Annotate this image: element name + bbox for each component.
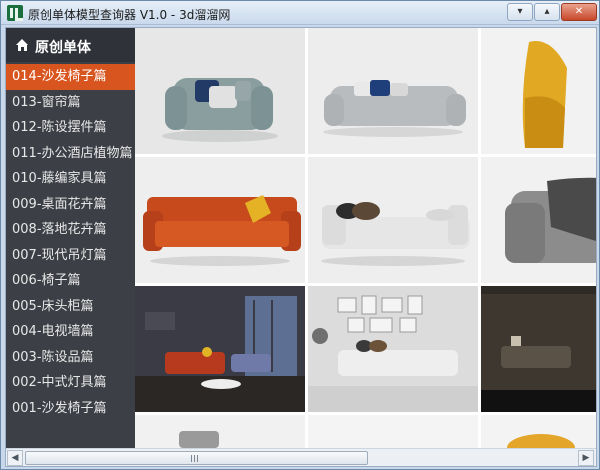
home-icon [16,39,29,51]
thumbnail-orange-sofa[interactable] [135,157,305,283]
grip-icon [191,455,200,462]
scroll-right-icon[interactable]: ▶ [578,450,594,466]
client-area: 原创单体 014-沙发椅子篇 013-窗帘篇 012-陈设摆件篇 011-办公酒… [5,27,597,467]
thumbnail-yellow-lounge-chair[interactable] [481,28,596,154]
category-list: 014-沙发椅子篇 013-窗帘篇 012-陈设摆件篇 011-办公酒店植物篇 … [6,64,135,421]
window-title: 原创单体模型查询器 V1.0 - 3d溜溜网 [28,8,231,22]
thumbnail-dark-living-room[interactable] [481,286,596,412]
app-logo-icon [7,5,23,21]
category-item[interactable]: 002-中式灯具篇 [6,370,135,396]
thumbnail-grey-chair-throw[interactable] [481,157,596,283]
scrollbar-thumb[interactable] [25,451,368,465]
sidebar-title: 原创单体 [35,40,91,56]
thumbnail-partial-grey-chair[interactable] [135,415,305,448]
horizontal-scrollbar[interactable]: ◀ ▶ [6,448,596,466]
category-item[interactable]: 014-沙发椅子篇 [6,64,135,90]
scroll-left-icon[interactable]: ◀ [7,450,23,466]
category-sidebar: 原创单体 014-沙发椅子篇 013-窗帘篇 012-陈设摆件篇 011-办公酒… [6,28,135,448]
thumbnail-white-daybed[interactable] [308,157,478,283]
minimize-button[interactable]: ▾ [507,3,533,21]
thumbnail-living-room-dusk[interactable] [135,286,305,412]
thumbnail-grid [135,28,596,448]
category-item[interactable]: 004-电视墙篇 [6,319,135,345]
scrollbar-corner [596,448,597,466]
category-item[interactable]: 005-床头柜篇 [6,294,135,320]
thumbnail-partial-blank[interactable] [308,415,478,448]
category-item[interactable]: 008-落地花卉篇 [6,217,135,243]
sidebar-header[interactable]: 原创单体 [6,28,135,62]
category-item[interactable]: 013-窗帘篇 [6,90,135,116]
maximize-button[interactable]: ▴ [534,3,560,21]
category-item[interactable]: 001-沙发椅子篇 [6,396,135,422]
category-item[interactable]: 011-办公酒店植物篇 [6,141,135,167]
category-item[interactable]: 006-椅子篇 [6,268,135,294]
title-bar[interactable]: 原创单体模型查询器 V1.0 - 3d溜溜网 ▾ ▴ ✕ [1,1,599,25]
category-item[interactable]: 009-桌面花卉篇 [6,192,135,218]
category-item[interactable]: 007-现代吊灯篇 [6,243,135,269]
category-item[interactable]: 003-陈设品篇 [6,345,135,371]
close-button[interactable]: ✕ [561,3,597,21]
thumbnail-partial-yellow-chair[interactable] [481,415,596,448]
thumbnail-grey-sofa[interactable] [308,28,478,154]
thumbnail-white-sofa-gallery[interactable] [308,286,478,412]
category-item[interactable]: 012-陈设摆件篇 [6,115,135,141]
category-item[interactable]: 010-藤编家具篇 [6,166,135,192]
thumbnail-teal-armchair[interactable] [135,28,305,154]
app-window: 原创单体模型查询器 V1.0 - 3d溜溜网 ▾ ▴ ✕ 原创单体 014-沙发… [0,0,600,470]
